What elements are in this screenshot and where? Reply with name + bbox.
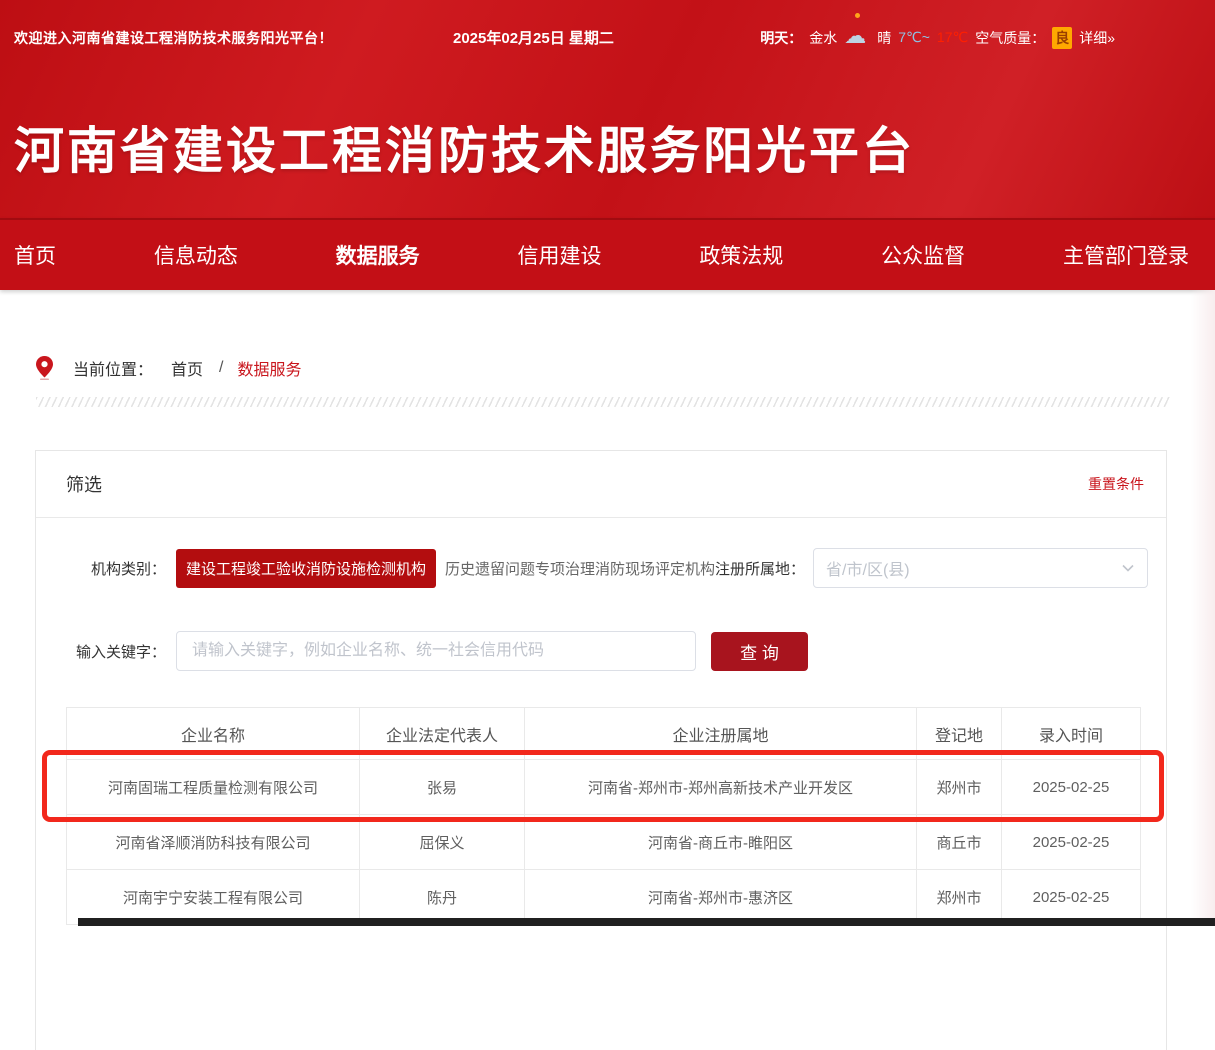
table-body: 河南固瑞工程质量检测有限公司张易河南省-郑州市-郑州高新技术产业开发区郑州市20… bbox=[67, 760, 1141, 925]
breadcrumb-separator: / bbox=[219, 359, 223, 377]
weather-detail-link[interactable]: 详细» bbox=[1079, 28, 1115, 48]
table-cell: 河南省-郑州市-郑州高新技术产业开发区 bbox=[525, 760, 917, 815]
table-cell: 商丘市 bbox=[917, 815, 1002, 870]
column-header-1: 企业法定代表人 bbox=[360, 708, 525, 760]
table-cell: 郑州市 bbox=[917, 760, 1002, 815]
table-cell: 河南宇宁安装工程有限公司 bbox=[67, 870, 360, 925]
table-row[interactable]: 河南固瑞工程质量检测有限公司张易河南省-郑州市-郑州高新技术产业开发区郑州市20… bbox=[67, 760, 1141, 815]
column-header-2: 企业注册属地 bbox=[525, 708, 917, 760]
table-cell: 2025-02-25 bbox=[1002, 870, 1141, 925]
temp-high: 17℃ bbox=[937, 29, 968, 46]
region-select-placeholder: 省/市/区(县) bbox=[826, 556, 1121, 580]
air-quality-label: 空气质量： bbox=[975, 28, 1045, 48]
table-cell: 张易 bbox=[360, 760, 525, 815]
air-quality-badge: 良 bbox=[1052, 27, 1072, 49]
category-option-selected[interactable]: 建设工程竣工验收消防设施检测机构 bbox=[176, 549, 436, 588]
weather-tomorrow-label: 明天： bbox=[760, 28, 802, 48]
table-cell: 2025-02-25 bbox=[1002, 815, 1141, 870]
region-label: 注册所属地： bbox=[715, 558, 805, 579]
right-edge-strip bbox=[1191, 290, 1215, 926]
reset-filters-link[interactable]: 重置条件 bbox=[1088, 474, 1144, 494]
region-filter-group: 注册所属地： 省/市/区(县) bbox=[715, 548, 1148, 588]
table-cell: 陈丹 bbox=[360, 870, 525, 925]
filter-card: 筛选 重置条件 机构类别： 建设工程竣工验收消防设施检测机构 历史遗留问题专项治… bbox=[35, 450, 1167, 1050]
nav-item-1[interactable]: 信息动态 bbox=[154, 240, 238, 270]
table-cell: 河南省泽顺消防科技有限公司 bbox=[67, 815, 360, 870]
search-button[interactable]: 查 询 bbox=[711, 632, 808, 671]
welcome-text: 欢迎进入河南省建设工程消防技术服务阳光平台！ bbox=[14, 28, 333, 48]
keyword-input[interactable] bbox=[176, 631, 696, 671]
cloud-icon: ☁ bbox=[844, 27, 870, 49]
table-cell: 2025-02-25 bbox=[1002, 760, 1141, 815]
category-label: 机构类别： bbox=[66, 558, 166, 579]
table-header-row: 企业名称企业法定代表人企业注册属地登记地录入时间 bbox=[67, 708, 1141, 760]
nav-item-4[interactable]: 政策法规 bbox=[699, 240, 783, 270]
breadcrumb-label: 当前位置： bbox=[73, 356, 153, 380]
temp-low: 7℃~ bbox=[898, 29, 930, 46]
site-header: 欢迎进入河南省建设工程消防技术服务阳光平台！ 2025年02月25日 星期二 明… bbox=[0, 0, 1215, 290]
table-cell: 屈保义 bbox=[360, 815, 525, 870]
table-row[interactable]: 河南宇宁安装工程有限公司陈丹河南省-郑州市-惠济区郑州市2025-02-25 bbox=[67, 870, 1141, 925]
date-text: 2025年02月25日 星期二 bbox=[453, 27, 614, 48]
nav-item-3[interactable]: 信用建设 bbox=[517, 240, 601, 270]
table-cell: 河南固瑞工程质量检测有限公司 bbox=[67, 760, 360, 815]
filter-title: 筛选 bbox=[66, 471, 102, 497]
sun-icon bbox=[855, 13, 860, 18]
banner: 河南省建设工程消防技术服务阳光平台 bbox=[0, 75, 1215, 218]
divider-slashes bbox=[36, 397, 1170, 407]
table-cell: 河南省-商丘市-睢阳区 bbox=[525, 815, 917, 870]
location-pin-icon bbox=[36, 356, 53, 380]
nav-item-6[interactable]: 主管部门登录 bbox=[1063, 240, 1189, 270]
nav-item-0[interactable]: 首页 bbox=[14, 240, 56, 270]
chevron-down-icon bbox=[1121, 561, 1135, 575]
nav-item-5[interactable]: 公众监督 bbox=[881, 240, 965, 270]
weather-district: 金水 bbox=[809, 28, 837, 48]
breadcrumb-home-link[interactable]: 首页 bbox=[171, 356, 203, 380]
keyword-label: 输入关键字： bbox=[66, 641, 166, 662]
category-filter-row: 机构类别： 建设工程竣工验收消防设施检测机构 历史遗留问题专项治理消防现场评定机… bbox=[66, 548, 1139, 588]
region-select[interactable]: 省/市/区(县) bbox=[813, 548, 1148, 588]
results-table: 企业名称企业法定代表人企业注册属地登记地录入时间 河南固瑞工程质量检测有限公司张… bbox=[66, 707, 1141, 925]
bottom-dark-bar bbox=[78, 918, 1215, 926]
table-row[interactable]: 河南省泽顺消防科技有限公司屈保义河南省-商丘市-睢阳区商丘市2025-02-25 bbox=[67, 815, 1141, 870]
weather-widget: 明天： 金水 ☁ 晴 7℃~ 17℃ 空气质量： 良 详细» bbox=[760, 27, 1115, 49]
nav-item-2[interactable]: 数据服务 bbox=[336, 240, 420, 270]
filter-card-header: 筛选 重置条件 bbox=[36, 451, 1166, 518]
weather-condition: 晴 bbox=[877, 28, 891, 48]
category-option-unselected[interactable]: 历史遗留问题专项治理消防现场评定机构 bbox=[445, 558, 715, 579]
site-title: 河南省建设工程消防技术服务阳光平台 bbox=[14, 111, 915, 183]
breadcrumb: 当前位置： 首页 / 数据服务 bbox=[36, 356, 1215, 380]
keyword-filter-row: 输入关键字： 查 询 bbox=[66, 631, 1139, 671]
column-header-3: 登记地 bbox=[917, 708, 1002, 760]
column-header-4: 录入时间 bbox=[1002, 708, 1141, 760]
breadcrumb-current-link[interactable]: 数据服务 bbox=[237, 356, 301, 380]
main-nav: 首页 信息动态 数据服务 信用建设 政策法规 公众监督 主管部门登录 bbox=[0, 218, 1215, 290]
column-header-0: 企业名称 bbox=[67, 708, 360, 760]
table-cell: 河南省-郑州市-惠济区 bbox=[525, 870, 917, 925]
topbar: 欢迎进入河南省建设工程消防技术服务阳光平台！ 2025年02月25日 星期二 明… bbox=[0, 0, 1215, 75]
table-cell: 郑州市 bbox=[917, 870, 1002, 925]
